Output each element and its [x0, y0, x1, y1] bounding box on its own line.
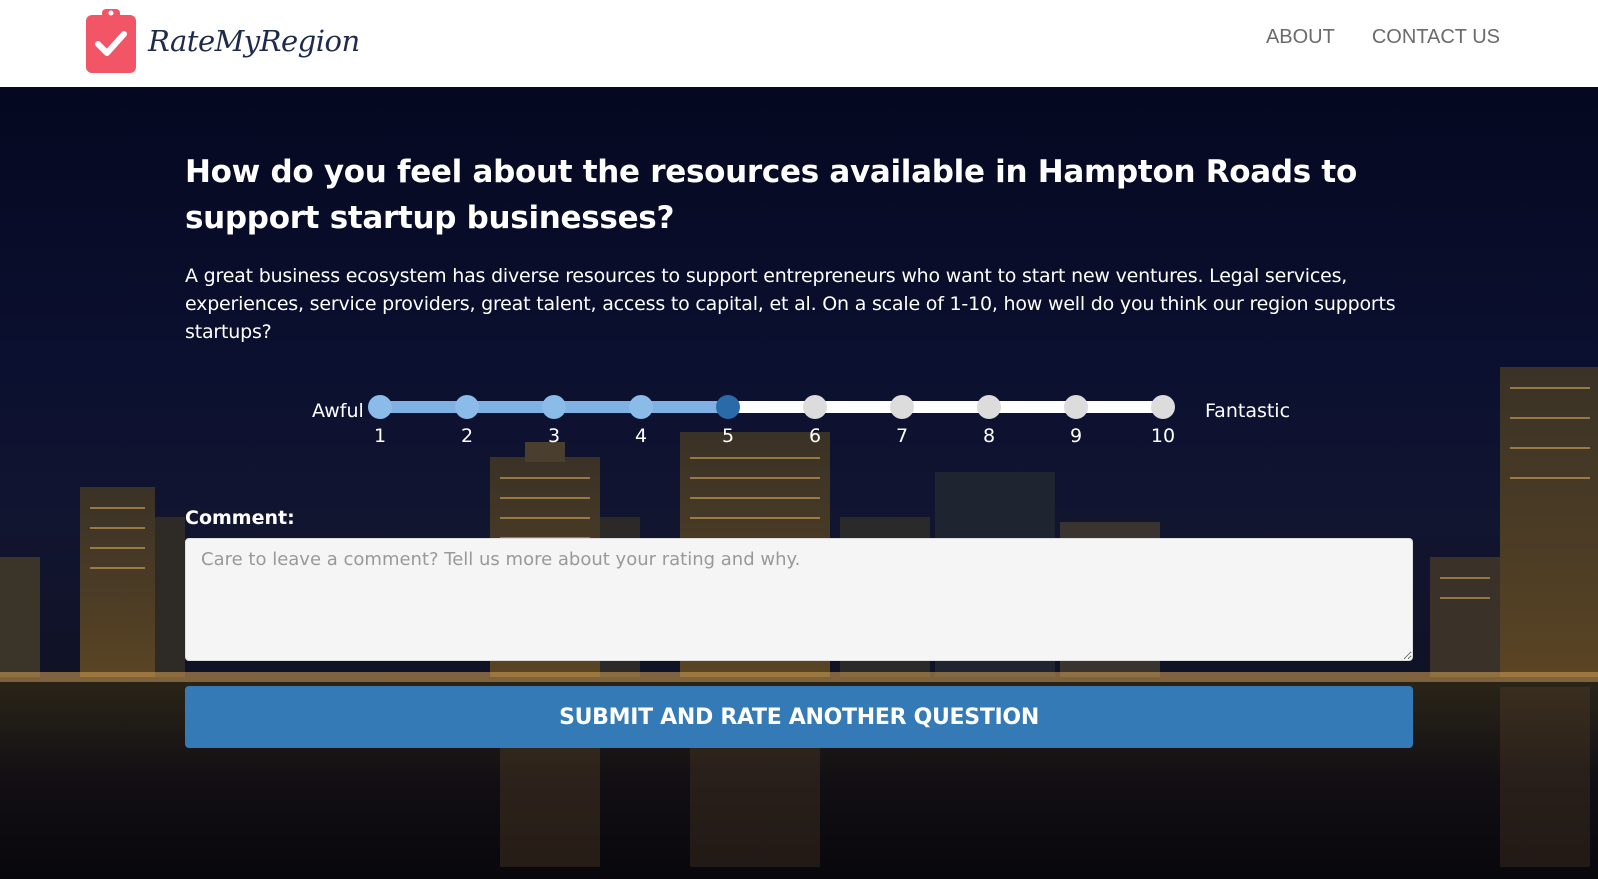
rating-number-6: 6 [808, 425, 822, 447]
scale-high-label: Fantastic [1205, 400, 1291, 422]
rating-dot-10[interactable] [1151, 395, 1175, 419]
rating-number-4: 4 [634, 425, 648, 447]
question-heading: How do you feel about the resources avai… [185, 154, 1357, 236]
rating-dot-6[interactable] [803, 395, 827, 419]
nav-about[interactable]: ABOUT [1266, 26, 1335, 49]
rating-number-10: 10 [1150, 425, 1176, 447]
brand-name: RateMyRegion [148, 23, 360, 58]
scale-low-label: Awful [312, 400, 364, 422]
rating-dot-7[interactable] [890, 395, 914, 419]
rating-dot-8[interactable] [977, 395, 1001, 419]
rating-number-5: 5 [721, 425, 735, 447]
top-nav: ABOUT CONTACT US [1266, 26, 1500, 49]
rating-number-7: 7 [895, 425, 909, 447]
rating-number-2: 2 [460, 425, 474, 447]
rating-number-3: 3 [547, 425, 561, 447]
rating-slider[interactable]: Awful 1 2 3 4 5 6 7 8 9 10 Fantastic [185, 380, 1413, 450]
rating-number-9: 9 [1069, 425, 1083, 447]
hero-section: How do you feel about the resources avai… [0, 87, 1598, 879]
rating-dot-2[interactable] [455, 395, 479, 419]
brand-logo[interactable]: RateMyRegion [86, 7, 360, 74]
rating-dot-1[interactable] [368, 395, 392, 419]
rating-dot-5[interactable] [716, 395, 740, 419]
nav-contact-us[interactable]: CONTACT US [1372, 26, 1500, 49]
question-description: A great business ecosystem has diverse r… [185, 265, 1396, 343]
site-header: RateMyRegion ABOUT CONTACT US [0, 0, 1598, 87]
rating-dot-9[interactable] [1064, 395, 1088, 419]
rating-dot-3[interactable] [542, 395, 566, 419]
clipboard-check-icon [86, 7, 138, 74]
rating-dot-4[interactable] [629, 395, 653, 419]
submit-button[interactable]: SUBMIT AND RATE ANOTHER QUESTION [185, 686, 1413, 748]
comment-textarea[interactable] [185, 538, 1413, 661]
comment-label: Comment: [185, 507, 295, 529]
rating-number-8: 8 [982, 425, 996, 447]
rating-number-1: 1 [373, 425, 387, 447]
